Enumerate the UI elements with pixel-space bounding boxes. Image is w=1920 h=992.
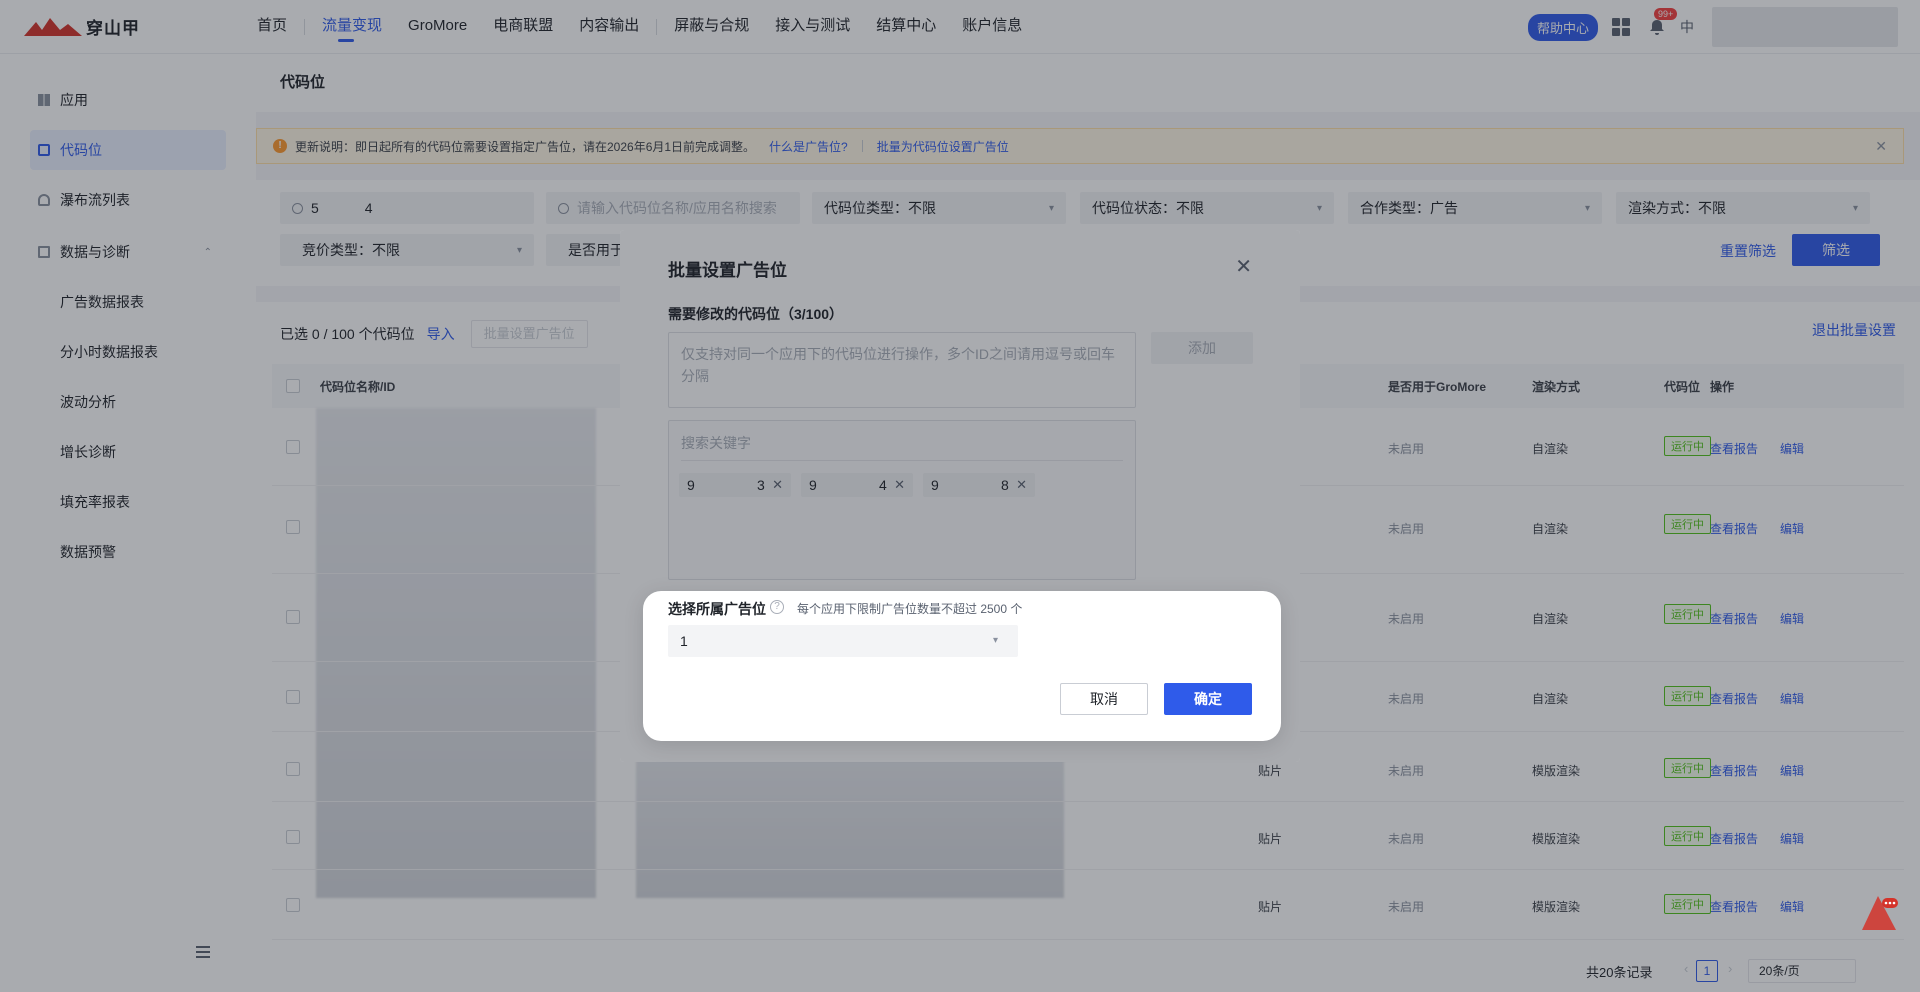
confirm-button[interactable]: 确定 [1164,683,1252,715]
adslot-select-panel: 选择所属广告位 ? 每个应用下限制广告位数量不超过 2500 个 1 ▾ 取消 … [643,591,1281,741]
assistant-float-icon[interactable] [1856,890,1900,934]
chevron-down-icon: ▾ [992,635,998,646]
adslot-limit-hint: 每个应用下限制广告位数量不超过 2500 个 [797,602,1023,616]
adslot-select[interactable]: 1 ▾ [668,625,1018,657]
cancel-button[interactable]: 取消 [1060,683,1148,715]
adslot-select-value: 1 [680,633,688,649]
help-question-icon[interactable]: ? [770,600,784,614]
adslot-select-label: 选择所属广告位 [668,601,766,617]
